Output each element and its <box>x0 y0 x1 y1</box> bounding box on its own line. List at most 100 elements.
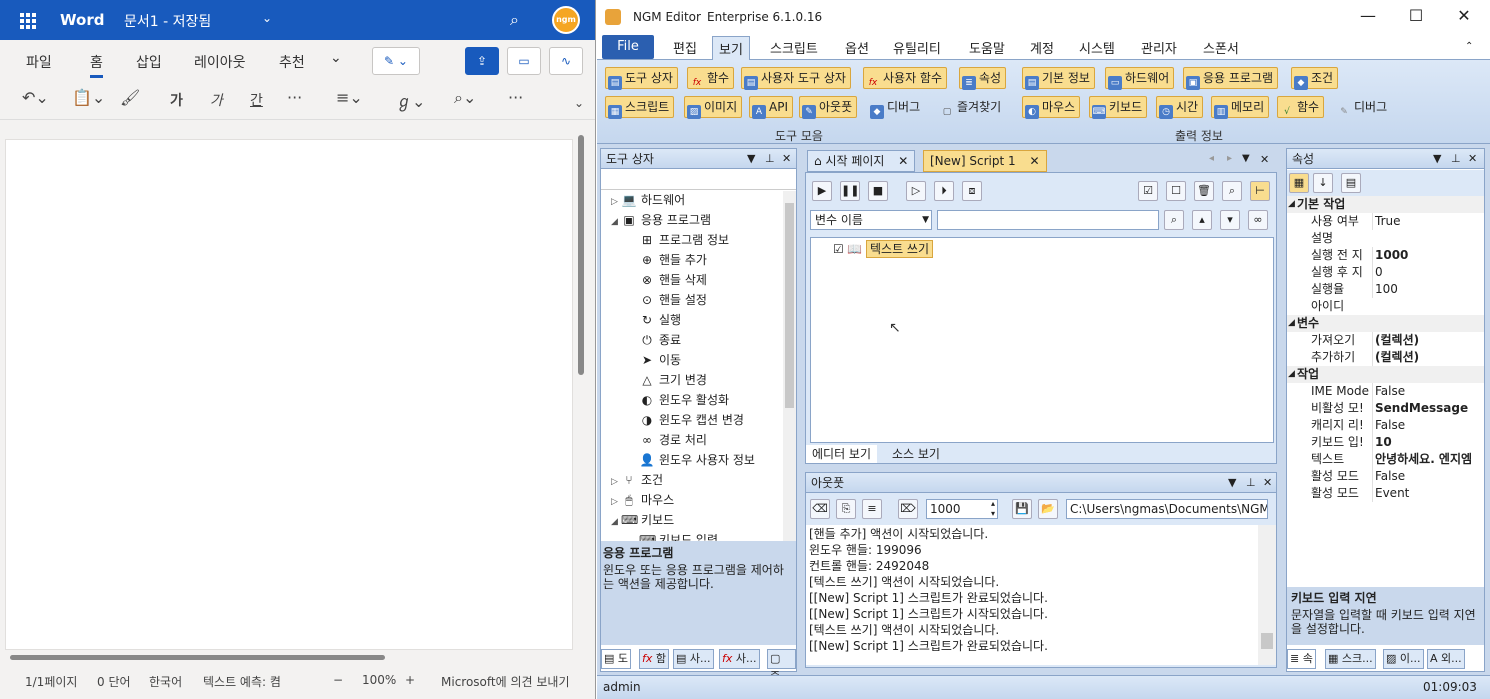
property-category[interactable]: ◢ 기본 작업 <box>1287 196 1484 213</box>
undo-icon[interactable]: ↶⌄ <box>22 88 49 107</box>
property-value[interactable]: True <box>1372 213 1484 230</box>
text-prediction[interactable]: 텍스트 예측: 켬 <box>203 673 281 690</box>
document-page[interactable] <box>5 139 573 650</box>
list-icon[interactable]: ≡ <box>862 499 882 519</box>
property-row[interactable]: 추가하기 (컬렉션) <box>1287 349 1484 366</box>
property-value[interactable]: 1000 <box>1372 247 1484 264</box>
toolbox-item[interactable]: ∞ 경로 처리 <box>639 431 707 448</box>
ribbon-basic-info-button[interactable]: ▤ 기본 정보 <box>1022 67 1095 90</box>
property-row[interactable]: 실행 전 지 1000 <box>1287 247 1484 264</box>
stepper-icon[interactable]: ▴ ▾ <box>991 499 995 519</box>
menu-view[interactable]: 보기 <box>712 36 750 60</box>
close-icon[interactable]: ✕ <box>1029 154 1039 168</box>
expand-toggle-icon[interactable]: ◢ <box>611 517 621 527</box>
tab-source-view[interactable]: 소스 보기 <box>886 445 946 463</box>
property-row[interactable]: 캐리지 리! False <box>1287 417 1484 434</box>
tab-recommend[interactable]: 추천 <box>279 52 305 72</box>
property-grid[interactable]: ◢ 기본 작업 사용 여부 True 설명 실행 전 지 1000 실행 후 지 0 실행율 100… <box>1287 196 1484 586</box>
close-icon[interactable]: ✕ <box>782 149 791 169</box>
format-painter-icon[interactable]: 🖌 <box>120 88 140 107</box>
clear-icon[interactable]: ⌫ <box>810 499 830 519</box>
editing-mode-button[interactable]: ✎ ⌄ <box>372 47 420 75</box>
toolbox-item[interactable]: ⊗ 핸들 삭제 <box>639 271 707 288</box>
save-icon[interactable]: 💾 <box>1012 499 1032 519</box>
property-row[interactable]: 설명 <box>1287 230 1484 247</box>
property-row[interactable]: 가져오기 (컬렉션) <box>1287 332 1484 349</box>
more-icon[interactable]: ··· <box>508 88 523 107</box>
toolbox-scrollbar[interactable] <box>783 191 796 541</box>
tab-scroll-right-icon[interactable]: ▸ <box>1227 153 1232 164</box>
alphabetical-icon[interactable]: ↓ <box>1313 173 1333 193</box>
ribbon-favorites-button[interactable]: ▢ 즐겨찾기 <box>937 96 1006 118</box>
property-row[interactable]: 실행 후 지 0 <box>1287 264 1484 281</box>
ribbon-toolbox-button[interactable]: ▤ 도구 상자 <box>605 67 678 90</box>
ribbon-user-function-button[interactable]: fx 사용자 함수 <box>863 67 948 89</box>
activity-button[interactable]: ∿ <box>549 47 583 75</box>
output-path[interactable]: C:\Users\ngmas\Documents\NGM6\ <box>1066 499 1268 519</box>
toolbox-item[interactable]: ⏻ 종료 <box>639 331 681 348</box>
menu-script[interactable]: 스크립트 <box>770 38 818 57</box>
ribbon-user-toolbox-button[interactable]: ▤ 사용자 도구 상자 <box>741 67 851 90</box>
folder-icon[interactable]: 📂 <box>1038 499 1058 519</box>
expand-toggle-icon[interactable]: ▷ <box>611 477 621 487</box>
ribbon-time-button[interactable]: ◷ 시간 <box>1156 96 1204 119</box>
chevron-down-icon[interactable]: ⌄ <box>262 11 272 25</box>
expand-toggle-icon[interactable]: ▷ <box>611 497 621 507</box>
search-icon[interactable]: ⌕ <box>510 10 519 30</box>
property-value[interactable]: False <box>1372 383 1484 400</box>
output-scrollbar[interactable] <box>1258 525 1276 665</box>
toolbox-item[interactable]: ◢ ⌨ 키보드 <box>611 511 674 528</box>
tab-scroll-left-icon[interactable]: ◂ <box>1209 153 1214 164</box>
horizontal-scrollbar[interactable] <box>10 655 385 660</box>
search-icon[interactable]: ⌕ <box>1164 210 1184 230</box>
menu-account[interactable]: 계정 <box>1030 38 1054 57</box>
italic-button[interactable]: 가 <box>210 90 223 110</box>
bottom-tab-properties[interactable]: ≣ 속 <box>1287 649 1316 669</box>
pause-icon[interactable]: ❚❚ <box>840 181 860 201</box>
find-icon[interactable]: ⌕⌄ <box>454 88 476 108</box>
bottom-tab-function[interactable]: fx 함 <box>639 649 670 669</box>
share-button[interactable]: ⇪ <box>465 47 499 75</box>
vertical-scrollbar[interactable] <box>578 125 586 655</box>
language[interactable]: 한국어 <box>149 673 182 690</box>
toolbox-item[interactable]: ▷ ⑂ 조건 <box>611 471 663 488</box>
tab-new-script-1[interactable]: [New] Script 1 ✕ <box>923 150 1047 172</box>
bottom-tab-user-toolbox[interactable]: ▤ 사... <box>673 649 714 669</box>
run-icon[interactable]: ▶ <box>812 181 832 201</box>
menu-file[interactable]: File <box>602 35 654 59</box>
comment-button[interactable]: ▭ <box>507 47 541 75</box>
more-icon[interactable]: ··· <box>287 88 302 107</box>
collapse-ribbon-icon[interactable]: ⌃ <box>1465 41 1473 52</box>
property-row[interactable]: 텍스트 안녕하세요. 엔지엠 <box>1287 451 1484 468</box>
ribbon-output-function-button[interactable]: √ 함수 <box>1277 96 1325 118</box>
delete-icon[interactable]: 🗑 <box>1194 181 1214 201</box>
check-all-icon[interactable]: ☑ <box>1138 181 1158 201</box>
tab-insert[interactable]: 삽입 <box>136 52 162 72</box>
bottom-tab-script[interactable]: ▦ 스크... <box>1325 649 1376 669</box>
variable-select[interactable]: 변수 이름 ▼ <box>810 210 932 230</box>
prev-icon[interactable]: ▴ <box>1192 210 1212 230</box>
ribbon-image-button[interactable]: ▨ 이미지 <box>684 96 743 119</box>
ribbon-output-button[interactable]: ✎ 아웃풋 <box>799 96 858 119</box>
maximize-icon[interactable]: ☐ <box>1393 6 1439 25</box>
menu-system[interactable]: 시스템 <box>1079 38 1115 57</box>
collapse-icon[interactable]: ◢ <box>1288 315 1295 332</box>
property-value[interactable]: Event <box>1372 485 1484 502</box>
property-row[interactable]: 활성 모드 False <box>1287 468 1484 485</box>
property-value[interactable]: False <box>1372 417 1484 434</box>
property-value[interactable]: (컬렉션) <box>1372 349 1484 366</box>
property-value[interactable]: False <box>1372 468 1484 485</box>
zoom-in-icon[interactable]: + <box>405 673 415 687</box>
toolbox-item[interactable]: ⊞ 프로그램 정보 <box>639 231 729 248</box>
node-checkbox[interactable]: ☑ <box>833 242 844 256</box>
close-icon[interactable]: ✕ <box>1260 153 1269 166</box>
tab-editor-view[interactable]: 에디터 보기 <box>806 445 878 463</box>
variable-search-input[interactable] <box>937 210 1159 230</box>
feedback-link[interactable]: Microsoft에 의견 보내기 <box>441 673 569 690</box>
close-icon[interactable]: ✕ <box>1263 473 1272 493</box>
ribbon-memory-button[interactable]: ▥ 메모리 <box>1211 96 1270 119</box>
toolbox-item[interactable]: ◑ 윈도우 캡션 변경 <box>639 411 744 428</box>
property-value[interactable]: 100 <box>1372 281 1484 298</box>
property-category[interactable]: ◢ 변수 <box>1287 315 1484 332</box>
chevron-down-icon[interactable]: ▼ <box>922 211 929 229</box>
